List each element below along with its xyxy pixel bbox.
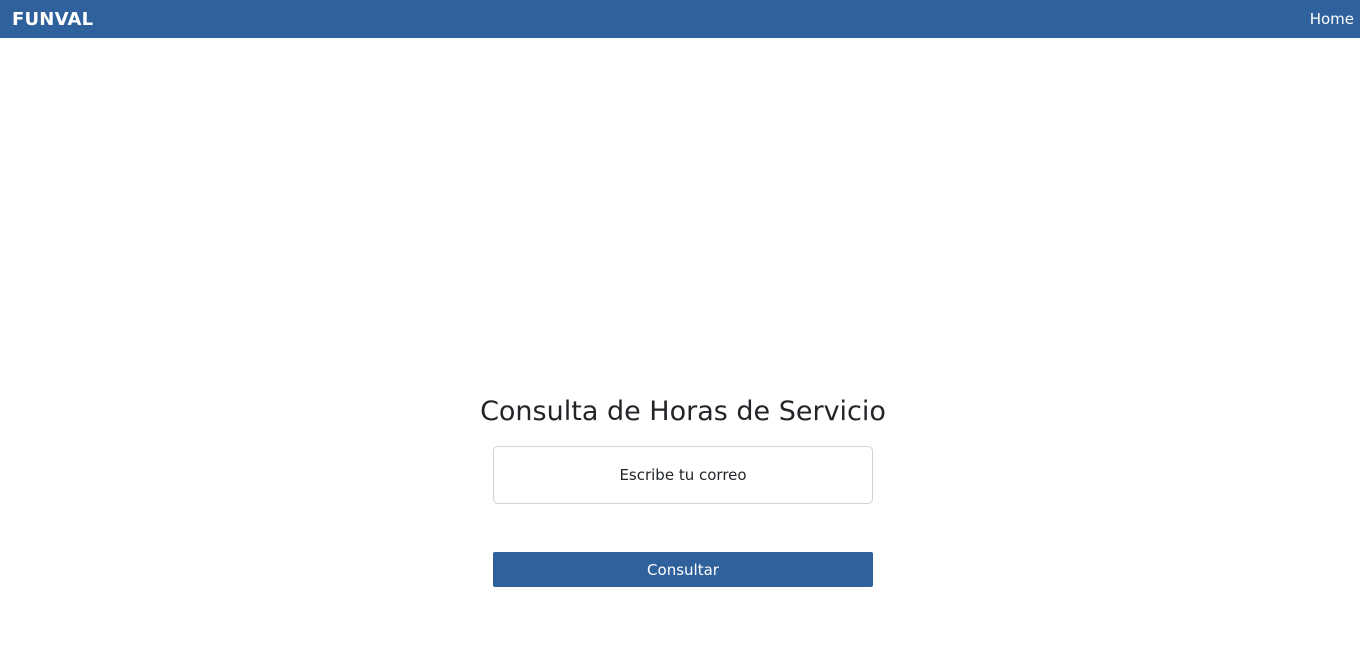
page-title: Consulta de Horas de Servicio	[480, 396, 886, 427]
email-input[interactable]	[493, 446, 873, 504]
top-navbar: FUNVAL Home	[0, 0, 1360, 38]
brand-logo-link[interactable]: FUNVAL	[12, 9, 93, 30]
consultar-button[interactable]: Consultar	[493, 552, 873, 587]
nav-home-link[interactable]: Home	[1310, 10, 1354, 28]
